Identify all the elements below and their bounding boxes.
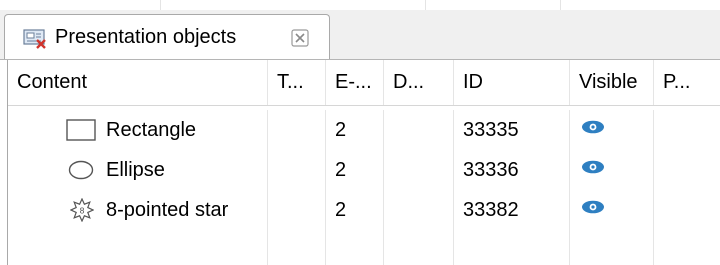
table-row[interactable]: Ellipse 2 33336: [8, 150, 720, 190]
d-cell: [384, 190, 454, 230]
tab-presentation-objects[interactable]: Presentation objects: [4, 14, 330, 59]
p-cell: [654, 190, 720, 230]
table-header: Content T... E-... D... ID Visible P...: [8, 60, 720, 106]
p-cell: [654, 150, 720, 190]
content-cell: 8 8-pointed star: [8, 190, 268, 230]
empty-row: [8, 230, 720, 265]
t-cell: [268, 110, 326, 150]
visible-cell[interactable]: [570, 110, 654, 150]
e-cell: 2: [326, 150, 384, 190]
t-cell: [268, 150, 326, 190]
table-row[interactable]: 8 8-pointed star 2 33382: [8, 190, 720, 230]
eye-icon[interactable]: [581, 200, 605, 214]
column-header-e[interactable]: E-...: [326, 60, 384, 105]
tab-title: Presentation objects: [55, 26, 237, 48]
column-header-t[interactable]: T...: [268, 60, 326, 105]
content-label: Rectangle: [106, 119, 197, 141]
column-header-visible[interactable]: Visible: [570, 60, 654, 105]
table-row[interactable]: Rectangle 2 33335: [8, 110, 720, 150]
close-icon[interactable]: [289, 27, 311, 49]
visible-cell[interactable]: [570, 150, 654, 190]
presentation-objects-table: Content T... E-... D... ID Visible P... …: [7, 60, 720, 265]
content-label: Ellipse: [106, 159, 165, 181]
eye-icon[interactable]: [581, 120, 605, 134]
star-icon: 8: [70, 198, 94, 222]
view-tab-bar: Presentation objects: [0, 10, 720, 60]
d-cell: [384, 150, 454, 190]
visible-cell[interactable]: [570, 190, 654, 230]
id-cell: 33336: [454, 150, 570, 190]
column-header-p[interactable]: P...: [654, 60, 720, 105]
column-header-d[interactable]: D...: [384, 60, 454, 105]
content-cell: Ellipse: [8, 150, 268, 190]
rectangle-icon: [66, 119, 96, 141]
content-cell: Rectangle: [8, 110, 268, 150]
e-cell: 2: [326, 190, 384, 230]
t-cell: [268, 190, 326, 230]
ellipse-icon: [68, 160, 94, 180]
d-cell: [384, 110, 454, 150]
content-label: 8-pointed star: [106, 199, 229, 221]
id-cell: 33382: [454, 190, 570, 230]
e-cell: 2: [326, 110, 384, 150]
eye-icon[interactable]: [581, 160, 605, 174]
id-cell: 33335: [454, 110, 570, 150]
column-header-id[interactable]: ID: [454, 60, 570, 105]
presentation-objects-icon: [23, 29, 46, 49]
svg-text:8: 8: [79, 207, 84, 216]
column-header-content[interactable]: Content: [8, 60, 268, 105]
p-cell: [654, 110, 720, 150]
